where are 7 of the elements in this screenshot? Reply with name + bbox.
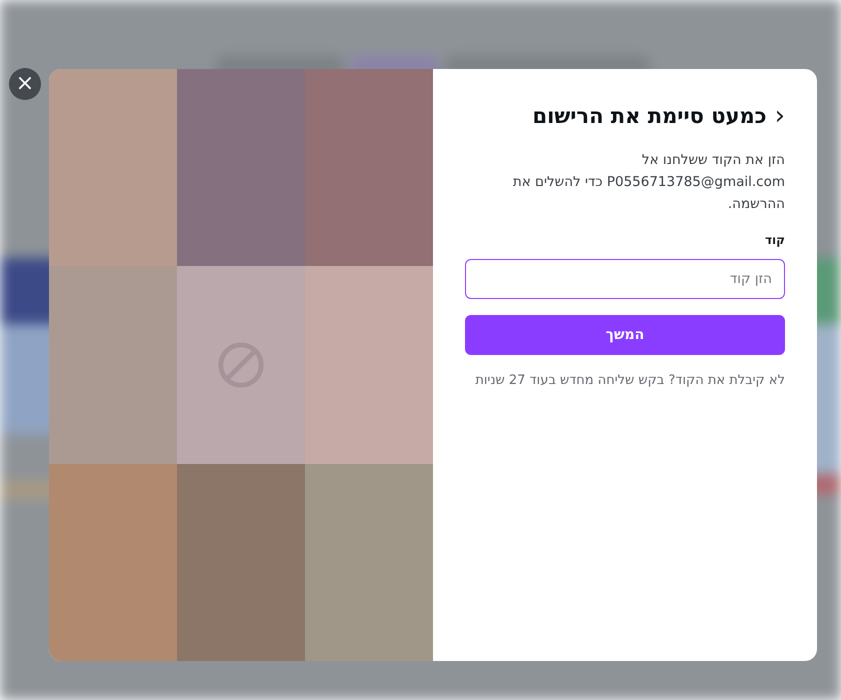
field-label: קוד <box>764 233 785 247</box>
resend-note: לא קיבלת את הקוד? בקש שליחה מחדש בעוד 27 שניות <box>474 373 785 388</box>
back-button[interactable]: ‹ <box>774 103 785 129</box>
dialog-title: כמעט סיימת את הרישום <box>532 104 767 128</box>
continue-button[interactable]: המשך <box>465 315 785 355</box>
instructions-text: הזן את הקוד ששלחנו אל P0556713785@gmail.com כדי להשלים את ההרשמה. <box>512 151 785 214</box>
code-input-field[interactable]: הזן קוד <box>465 259 785 299</box>
